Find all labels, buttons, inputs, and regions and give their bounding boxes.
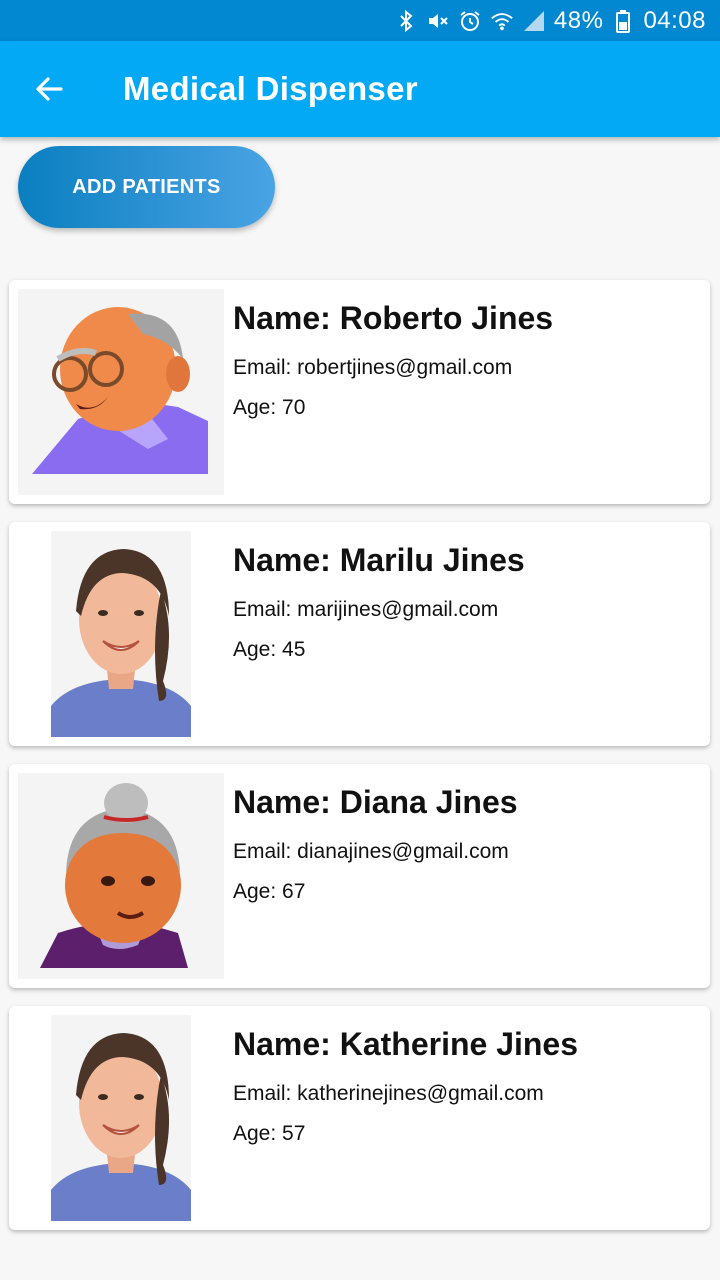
patient-card[interactable]: Name: Marilu Jines Email: marijines@gmai… [9,522,710,746]
app-bar: Medical Dispenser [0,41,720,137]
patient-name: Name: Katherine Jines [233,1026,579,1062]
clock: 04:08 [643,6,706,34]
patient-email: Email: dianajines@gmail.com [233,840,509,863]
battery-percent: 48% [553,6,604,34]
add-patients-button[interactable]: ADD PATIENTS [18,146,275,228]
patient-name: Name: Marilu Jines [233,542,525,578]
woman-avatar [51,1015,191,1221]
status-bar: 48% 04:08 [0,0,720,41]
patient-card[interactable]: Name: Diana Jines Email: dianajines@gmai… [9,764,710,988]
arrow-left-icon [36,77,63,101]
patient-card[interactable]: Name: Roberto Jines Email: robertjines@g… [9,280,710,504]
back-button[interactable] [19,59,79,119]
patient-email: Email: robertjines@gmail.com [233,356,513,379]
page-title: Medical Dispenser [123,70,418,107]
patient-age: Age: 67 [233,880,306,903]
woman-avatar [51,531,191,737]
patient-card[interactable]: Name: Katherine Jines Email: katherineji… [9,1006,710,1230]
signal-icon [522,9,546,33]
bluetooth-icon [394,9,418,33]
patient-age: Age: 70 [233,396,306,419]
patient-name: Name: Diana Jines [233,784,518,820]
patient-email: Email: katherinejines@gmail.com [233,1082,544,1105]
battery-icon [611,9,635,33]
patient-name: Name: Roberto Jines [233,300,554,336]
alarm-icon [458,9,482,33]
patient-age: Age: 45 [233,638,306,661]
old-man-avatar [18,289,224,495]
mute-icon [426,9,450,33]
patient-age: Age: 57 [233,1122,306,1145]
wifi-icon [490,9,514,33]
old-woman-avatar [18,773,224,979]
patient-email: Email: marijines@gmail.com [233,598,499,621]
